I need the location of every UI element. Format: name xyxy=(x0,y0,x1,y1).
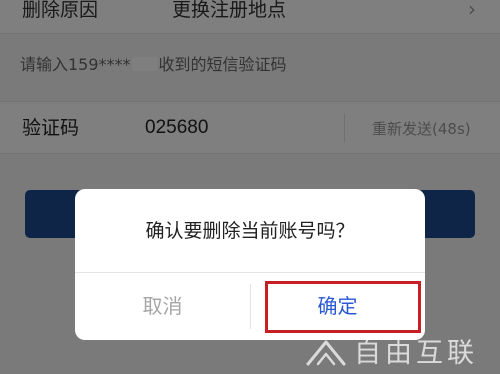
confirm-dialog: 确认要删除当前账号吗？ 取消 确定 xyxy=(75,189,425,340)
cancel-button[interactable]: 取消 xyxy=(75,273,250,340)
watermark-logo-icon: 自由互联 xyxy=(306,338,478,369)
watermark-text: 自由互联 xyxy=(354,338,478,369)
confirm-highlight-box xyxy=(265,281,421,333)
dialog-message: 确认要删除当前账号吗？ xyxy=(145,220,355,242)
delete-account-page: 删除原因 更换注册地点 › 请输入159****收到的短信验证码 验证码 025… xyxy=(0,0,500,374)
watermark-logo: 自由互联 xyxy=(304,334,490,370)
